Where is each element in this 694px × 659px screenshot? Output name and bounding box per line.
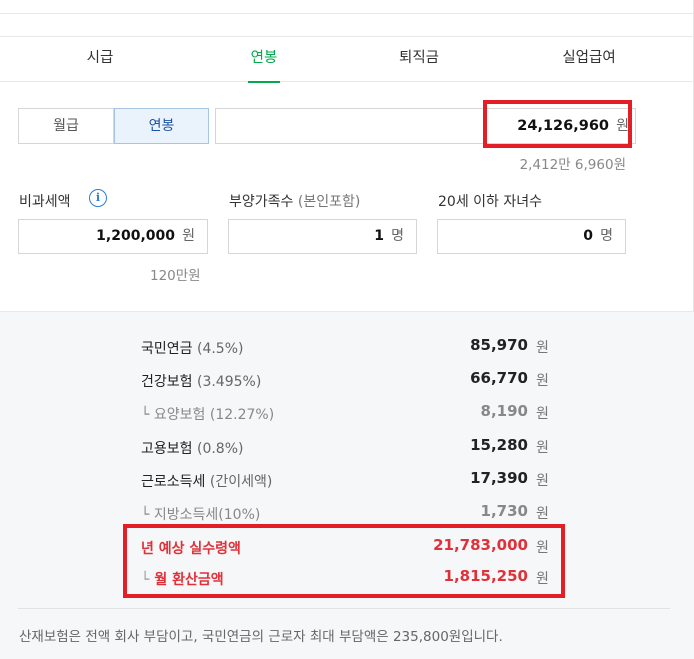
result-name: 고용보험 <box>141 441 193 457</box>
salary-highlight-box <box>483 100 632 148</box>
result-name: 근로소득세 <box>141 474 206 490</box>
children-input[interactable]: 0 명 <box>437 219 626 254</box>
calculator-tabs: 시급 연봉 퇴직금 실업급여 <box>0 36 694 82</box>
result-rate: (12.27%) <box>209 407 275 423</box>
top-strip <box>0 0 694 14</box>
result-rate: (4.5%) <box>196 341 244 357</box>
tab-unemployment[interactable]: 실업급여 <box>545 37 633 82</box>
footnote: 산재보험은 전액 회사 부담이고, 국민연금의 근로자 최대 부담액은 235,… <box>19 629 503 645</box>
result-unit: 원 <box>536 340 549 356</box>
result-value-income-tax: 17,390 <box>470 469 528 487</box>
result-rate: (간이세액) <box>209 474 273 490</box>
result-value-employment-insurance: 15,280 <box>470 436 528 454</box>
result-name: 건강보험 <box>141 374 193 390</box>
monthly-toggle-button[interactable]: 월급 <box>18 108 114 144</box>
children-value: 0 <box>583 228 593 244</box>
nontax-unit: 원 <box>182 228 195 244</box>
salary-korean-amount: 2,412만 6,960원 <box>519 157 626 173</box>
dependents-label-text: 부양가족수 <box>229 194 294 210</box>
nontax-input[interactable]: 1,200,000 원 <box>18 219 208 254</box>
dependents-label-note: (본인포함) <box>297 194 361 210</box>
info-icon[interactable]: i <box>89 189 107 207</box>
annual-toggle-button[interactable]: 연봉 <box>114 108 209 144</box>
result-unit: 원 <box>536 406 549 422</box>
dependents-label: 부양가족수 (본인포함) <box>229 191 360 211</box>
result-value-local-income-tax: 1,730 <box>480 502 528 520</box>
branch-icon: └ <box>141 507 150 523</box>
results-panel <box>0 311 694 659</box>
children-unit: 명 <box>600 228 613 244</box>
children-label: 20세 이하 자녀수 <box>438 194 542 210</box>
net-pay-highlight-box <box>123 524 565 598</box>
result-unit: 원 <box>536 506 549 522</box>
tab-annual-salary[interactable]: 연봉 <box>220 37 308 82</box>
nontax-label: 비과세액 <box>19 194 71 210</box>
result-unit: 원 <box>536 473 549 489</box>
result-unit: 원 <box>536 440 549 456</box>
dependents-input[interactable]: 1 명 <box>228 219 417 254</box>
result-unit: 원 <box>536 373 549 389</box>
result-rate: (10%) <box>218 507 261 523</box>
result-name: 지방소득세 <box>153 507 219 523</box>
result-rate: (0.8%) <box>196 441 244 457</box>
branch-icon: └ <box>141 407 150 423</box>
nontax-korean-amount: 120만원 <box>150 268 201 284</box>
dependents-value: 1 <box>374 228 384 244</box>
result-label-national-pension: 국민연금 (4.5%) <box>141 338 243 358</box>
result-label-employment-insurance: 고용보험 (0.8%) <box>141 438 243 458</box>
tab-severance[interactable]: 퇴직금 <box>375 37 463 82</box>
result-label-income-tax: 근로소득세 (간이세액) <box>141 471 272 491</box>
divider <box>18 608 670 609</box>
result-label-health-insurance: 건강보험 (3.495%) <box>141 371 261 391</box>
nontax-value: 1,200,000 <box>96 228 175 244</box>
result-value-care-insurance: 8,190 <box>480 402 528 420</box>
result-label-care-insurance: └ 요양보험 (12.27%) <box>141 404 274 424</box>
result-name: 국민연금 <box>141 341 193 357</box>
result-name: 요양보험 <box>153 407 206 423</box>
result-label-local-income-tax: └ 지방소득세(10%) <box>141 504 260 524</box>
result-value-national-pension: 85,970 <box>470 336 528 354</box>
result-value-health-insurance: 66,770 <box>470 369 528 387</box>
tab-hourly[interactable]: 시급 <box>56 37 144 82</box>
result-rate: (3.495%) <box>196 374 262 390</box>
dependents-unit: 명 <box>391 228 404 244</box>
